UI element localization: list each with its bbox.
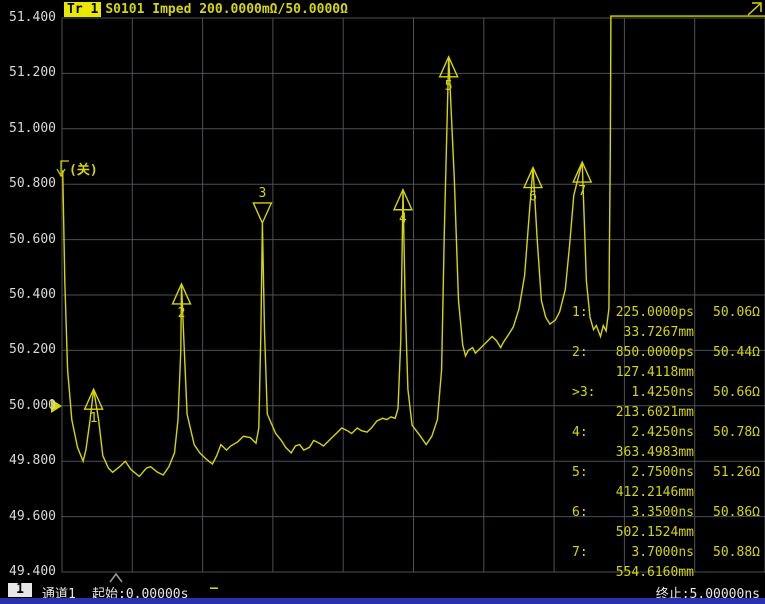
marker-table-impedance: 51.26Ω (694, 463, 760, 483)
marker-table-impedance (694, 363, 760, 383)
y-axis-tick-label: 49.800 (0, 453, 56, 469)
marker-table-value: 363.4983mm (602, 443, 694, 463)
marker-table-row: 33.7267mm (570, 323, 764, 343)
marker-table-value: 225.0000ps (602, 303, 694, 323)
marker-table-id (570, 443, 602, 463)
marker-table-row: 363.4983mm (570, 443, 764, 463)
marker-table-row: >3:1.4250ns50.66Ω (570, 383, 764, 403)
marker-table-value: 850.0000ps (602, 343, 694, 363)
marker-table-id: >3: (570, 383, 602, 403)
marker-1-number[interactable]: 1 (90, 411, 98, 426)
marker-3-number[interactable]: 3 (258, 186, 266, 201)
marker-table-value: 554.6160mm (602, 563, 694, 583)
trace-button[interactable]: Tr 1 (64, 2, 101, 17)
marker-table-value: 2.4250ns (602, 423, 694, 443)
marker-table-row: 502.1524mm (570, 523, 764, 543)
marker-table-row: 412.2146mm (570, 483, 764, 503)
marker-table-id: 7: (570, 543, 602, 563)
marker-table-impedance (694, 443, 760, 463)
y-axis-tick-label: 50.000 (0, 398, 56, 414)
marker-table-row: 554.6160mm (570, 563, 764, 583)
y-axis-tick-label: 49.600 (0, 509, 56, 525)
marker-table-id: 4: (570, 423, 602, 443)
marker-table-impedance (694, 483, 760, 503)
y-axis-tick-label: 50.400 (0, 287, 56, 303)
marker-table-impedance (694, 403, 760, 423)
marker-table-row: 7:3.7000ns50.88Ω (570, 543, 764, 563)
marker-4-number[interactable]: 4 (399, 212, 407, 227)
marker-table-row: 1:225.0000ps50.06Ω (570, 303, 764, 323)
marker-table-id (570, 563, 602, 583)
marker-table-impedance: 50.44Ω (694, 343, 760, 363)
marker-7-number[interactable]: 7 (578, 184, 586, 199)
marker-table-impedance (694, 323, 760, 343)
marker-readout-table: 1:225.0000ps50.06Ω33.7267mm2:850.0000ps5… (570, 303, 764, 583)
window-bottom-strip (0, 598, 765, 604)
y-axis-tick-label: 51.200 (0, 65, 56, 81)
marker-table-id (570, 323, 602, 343)
marker-table-id (570, 363, 602, 383)
marker-table-value: 213.6021mm (602, 403, 694, 423)
marker-table-row: 5:2.7500ns51.26Ω (570, 463, 764, 483)
marker-table-id: 2: (570, 343, 602, 363)
marker-table-impedance: 50.06Ω (694, 303, 760, 323)
y-axis-tick-label: 50.800 (0, 176, 56, 192)
analyzer-screen: 1 2 3 4 5 6 7 51.400 51.200 51.000 50.800 50.600 50… (0, 0, 765, 604)
trace-markers: 1 2 3 4 5 6 7 (85, 57, 592, 426)
marker-table-impedance (694, 563, 760, 583)
marker-6-number[interactable]: 6 (529, 190, 537, 205)
marker-table-value: 2.7500ns (602, 463, 694, 483)
marker-table-value: 1.4250ns (602, 383, 694, 403)
marker-table-id: 6: (570, 503, 602, 523)
marker-2-number[interactable]: 2 (178, 306, 186, 321)
channel-number-badge[interactable]: 1 (8, 583, 32, 597)
marker-table-id (570, 523, 602, 543)
trace-header: Tr 1 S0101 Imped 200.0000mΩ/50.0000Ω (64, 2, 348, 17)
offscreen-up-right-arrow-icon (748, 3, 761, 15)
marker-table-value: 3.3500ns (602, 503, 694, 523)
marker-table-impedance: 50.66Ω (694, 383, 760, 403)
marker-table-row: 2:850.0000ps50.44Ω (570, 343, 764, 363)
x-axis-reference-caret-icon[interactable] (110, 574, 122, 582)
marker-table-id (570, 403, 602, 423)
marker-table-id (570, 483, 602, 503)
marker-table-id: 1: (570, 303, 602, 323)
marker-table-impedance: 50.88Ω (694, 543, 760, 563)
status-bar: 1 通道1 起始:0.00000s — 终止:5.00000ns (0, 583, 765, 598)
marker-table-value: 412.2146mm (602, 483, 694, 503)
marker-3-triangle-icon[interactable] (253, 203, 271, 223)
marker-table-value: 502.1524mm (602, 523, 694, 543)
marker-table-impedance: 50.86Ω (694, 503, 760, 523)
y-axis-tick-label: 50.200 (0, 342, 56, 358)
marker-table-value: 3.7000ns (602, 543, 694, 563)
y-axis-tick-label: 49.400 (0, 564, 56, 580)
y-axis-tick-label: 51.400 (0, 10, 56, 26)
marker-table-row: 4:2.4250ns50.78Ω (570, 423, 764, 443)
marker-5-number[interactable]: 5 (445, 79, 453, 94)
marker-table-impedance: 50.78Ω (694, 423, 760, 443)
marker-table-id: 5: (570, 463, 602, 483)
y-axis-tick-label: 51.000 (0, 121, 56, 137)
marker-table-row: 127.4118mm (570, 363, 764, 383)
trace-style-icon: — (210, 581, 218, 596)
trace-format-label[interactable]: S0101 Imped 200.0000mΩ/50.0000Ω (105, 2, 348, 17)
marker-table-row: 213.6021mm (570, 403, 764, 423)
marker-table-impedance (694, 523, 760, 543)
marker-table-row: 6:3.3500ns50.86Ω (570, 503, 764, 523)
y-axis-tick-label: 50.600 (0, 232, 56, 248)
marker-table-value: 127.4118mm (602, 363, 694, 383)
marker-table-value: 33.7267mm (602, 323, 694, 343)
gate-off-label: (关) (69, 159, 98, 178)
